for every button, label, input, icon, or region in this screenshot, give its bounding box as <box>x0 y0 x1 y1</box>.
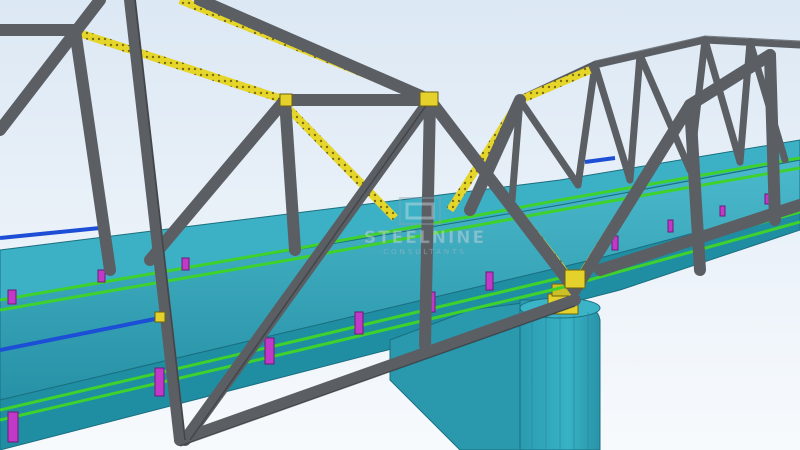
bridge-3d-model-view: STEELNINE CONSULTANTS <box>0 0 800 450</box>
bridge-truss-render <box>0 0 800 450</box>
